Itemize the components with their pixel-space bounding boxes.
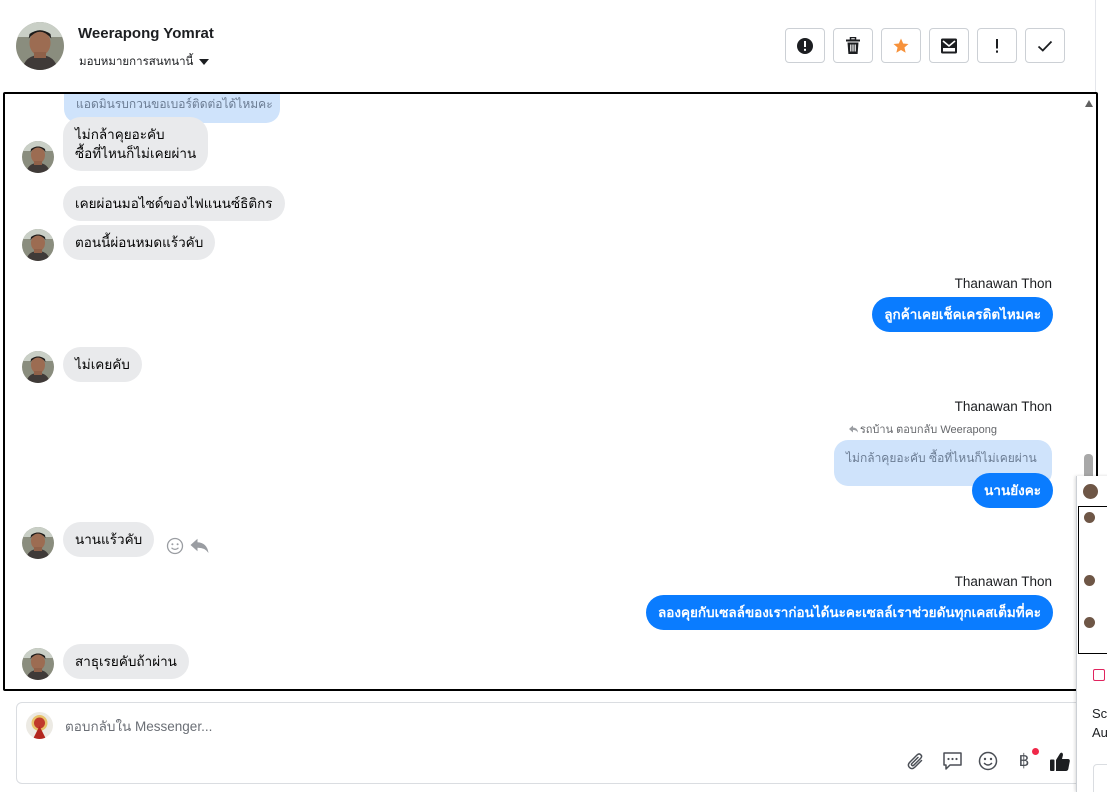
mark-done-button[interactable] bbox=[1025, 28, 1065, 63]
message-row: นานยังคะ bbox=[972, 473, 1053, 508]
incoming-message[interactable]: นานแร้วคับ bbox=[63, 522, 155, 557]
conversation-actions bbox=[785, 28, 1065, 63]
reply-info-text: รถบ้าน ตอบกลับ Weerapong bbox=[859, 424, 997, 436]
widget-preview bbox=[1078, 506, 1107, 654]
widget-text: Sc bbox=[1092, 706, 1107, 721]
trash-icon bbox=[846, 36, 860, 54]
widget-text: Au bbox=[1092, 725, 1107, 740]
caret-down-icon bbox=[199, 59, 210, 65]
star-icon bbox=[893, 38, 909, 53]
outgoing-message[interactable]: ลองคุยกับเซลล์ของเราก่อนได้นะคะเซลล์เราช… bbox=[645, 595, 1053, 630]
sender-avatar bbox=[22, 351, 54, 383]
sender-name: Thanawan Thon bbox=[954, 276, 1052, 291]
saved-reply-icon bbox=[942, 752, 962, 770]
emoji-button[interactable] bbox=[977, 750, 999, 772]
message-row: ลองคุยกับเซลล์ของเราก่อนได้นะคะเซลล์เราช… bbox=[645, 595, 1053, 630]
delete-button[interactable] bbox=[833, 28, 873, 63]
outgoing-message[interactable]: ลูกค้าเคยเช็คเครดิตไหมคะ bbox=[872, 297, 1053, 332]
notification-dot bbox=[1032, 748, 1039, 755]
important-icon bbox=[996, 38, 998, 53]
attach-button[interactable] bbox=[905, 750, 927, 772]
page-avatar bbox=[26, 712, 53, 739]
assign-label: มอบหมายการสนทนานี้ bbox=[79, 56, 194, 68]
conversation-header: Weerapong Yomrat มอบหมายการสนทนานี้ bbox=[0, 0, 1096, 92]
reply-icon[interactable] bbox=[190, 538, 209, 554]
like-icon bbox=[1050, 752, 1070, 771]
reply-info: รถบ้าน ตอบกลับ Weerapong bbox=[848, 420, 997, 438]
payment-icon: ฿ bbox=[1018, 751, 1030, 771]
message-input[interactable] bbox=[65, 715, 765, 737]
contact-avatar[interactable] bbox=[16, 22, 64, 70]
star-button[interactable] bbox=[881, 28, 921, 63]
message-row: นานแร้วคับ bbox=[22, 522, 209, 557]
outgoing-message[interactable]: นานยังคะ bbox=[972, 473, 1053, 508]
like-button[interactable] bbox=[1049, 750, 1071, 772]
scroll-up-arrow[interactable] bbox=[1085, 100, 1093, 107]
contact-name[interactable]: Weerapong Yomrat bbox=[78, 25, 214, 42]
message-tools bbox=[166, 537, 209, 555]
react-emoji-icon[interactable] bbox=[166, 537, 184, 555]
sender-avatar bbox=[22, 527, 54, 559]
message-row: ลูกค้าเคยเช็คเครดิตไหมคะ bbox=[872, 297, 1053, 332]
incoming-message[interactable]: เคยผ่อนมอไซด์ของไฟแนนซ์ธิติกร bbox=[63, 186, 285, 221]
message-row: ตอนนี้ผ่อนหมดแร้วคับ bbox=[22, 225, 216, 261]
message-row: สาธุเรยคับถ้าผ่าน bbox=[22, 644, 189, 679]
report-icon bbox=[797, 37, 813, 54]
message-row: เคยผ่อนมอไซด์ของไฟแนนซ์ธิติกร bbox=[63, 186, 285, 221]
widget-preview-avatar bbox=[1084, 575, 1095, 586]
composer-tools: ฿ bbox=[905, 748, 1071, 772]
mark-unread-button[interactable] bbox=[929, 28, 969, 63]
widget-preview-avatar bbox=[1084, 512, 1095, 523]
assign-conversation-dropdown[interactable]: มอบหมายการสนทนานี้ bbox=[79, 53, 210, 71]
payment-button[interactable]: ฿ bbox=[1013, 748, 1039, 772]
sender-avatar bbox=[22, 648, 54, 680]
reply-arrow-icon bbox=[848, 425, 858, 433]
incoming-message[interactable]: สาธุเรยคับถ้าผ่าน bbox=[63, 644, 189, 679]
report-spam-button[interactable] bbox=[785, 28, 825, 63]
attach-icon bbox=[907, 753, 923, 770]
sender-avatar bbox=[22, 229, 54, 261]
message-row: ไม่กล้าคุยอะคับ ซื้อที่ไหนก็ไม่เคยผ่าน bbox=[22, 117, 209, 173]
widget-app-icon bbox=[1093, 669, 1105, 681]
mark-important-button[interactable] bbox=[977, 28, 1017, 63]
widget-avatar bbox=[1083, 484, 1098, 499]
reply-composer: ฿ bbox=[16, 702, 1086, 784]
sender-name: Thanawan Thon bbox=[954, 574, 1052, 589]
incoming-message[interactable]: ไม่กล้าคุยอะคับ ซื้อที่ไหนก็ไม่เคยผ่าน bbox=[63, 117, 209, 171]
incoming-message[interactable]: ไม่เคยคับ bbox=[63, 347, 142, 382]
saved-replies-button[interactable] bbox=[941, 750, 963, 772]
side-widget[interactable]: Sc Au bbox=[1076, 476, 1107, 792]
emoji-icon bbox=[978, 751, 998, 771]
widget-box bbox=[1093, 764, 1107, 792]
sender-avatar bbox=[22, 141, 54, 173]
message-row: ไม่เคยคับ bbox=[22, 347, 142, 382]
widget-preview-avatar bbox=[1084, 617, 1095, 628]
sender-name: Thanawan Thon bbox=[954, 399, 1052, 414]
message-thread[interactable]: แอดมินรบกวนขอเบอร์ติดต่อได้ไหมคะ ไม่กล้า… bbox=[3, 92, 1098, 691]
mark-unread-icon bbox=[941, 38, 957, 53]
done-icon bbox=[1037, 40, 1053, 52]
incoming-message[interactable]: ตอนนี้ผ่อนหมดแร้วคับ bbox=[63, 225, 216, 260]
